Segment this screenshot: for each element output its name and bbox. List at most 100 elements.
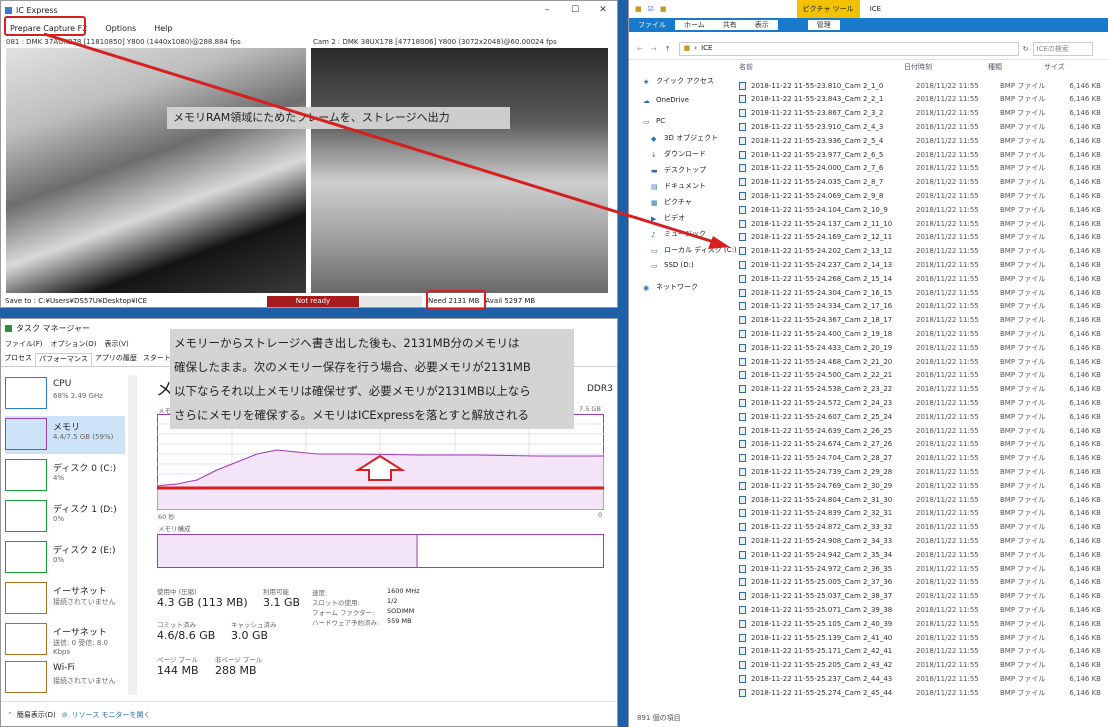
sidebar-item[interactable]: CPU 68% 2.49 GHz — [5, 375, 125, 413]
file-row[interactable]: 2018-11-22 11-55-24.137_Cam 2_11_10 2018/… — [739, 217, 1101, 230]
sidebar-item[interactable]: ディスク 0 (C:) 4% — [5, 457, 125, 495]
nav-item[interactable]: ▭ ローカル ディスク (C:) — [651, 245, 737, 255]
file-row[interactable]: 2018-11-22 11-55-24.237_Cam 2_14_13 2018/… — [739, 258, 1101, 271]
maximize-icon[interactable]: ☐ — [561, 1, 589, 19]
minimize-icon[interactable]: – — [533, 1, 561, 19]
file-row[interactable]: 2018-11-22 11-55-24.704_Cam 2_28_27 2018/… — [739, 452, 1101, 465]
tab-processes[interactable]: プロセス — [1, 353, 35, 366]
check-icon[interactable]: ☑ — [648, 5, 654, 13]
nav-item[interactable]: ☁ OneDrive — [643, 96, 689, 105]
menu-options[interactable]: Options — [96, 24, 145, 33]
nav-item[interactable]: ◆ 3D オブジェクト — [651, 133, 718, 143]
cam2-preview[interactable] — [311, 48, 608, 293]
sidebar-item[interactable]: イーサネット 送信: 0 受信: 8.0 Kbps — [5, 621, 125, 659]
sidebar-scrollbar[interactable] — [128, 375, 137, 695]
file-row[interactable]: 2018-11-22 11-55-23.910_Cam 2_4_3 2018/11… — [739, 120, 1101, 133]
file-row[interactable]: 2018-11-22 11-55-24.769_Cam 2_30_29 2018/… — [739, 479, 1101, 492]
file-row[interactable]: 2018-11-22 11-55-23.977_Cam 2_6_5 2018/11… — [739, 148, 1101, 161]
file-row[interactable]: 2018-11-22 11-55-24.538_Cam 2_23_22 2018/… — [739, 383, 1101, 396]
explorer-titlebar: ■ ☑ ■ ピクチャ ツール ICE — [629, 0, 1108, 18]
file-row[interactable]: 2018-11-22 11-55-24.468_Cam 2_21_20 2018/… — [739, 355, 1101, 368]
file-row[interactable]: 2018-11-22 11-55-23.936_Cam 2_5_4 2018/11… — [739, 134, 1101, 147]
search-input[interactable]: ICEの検索 — [1032, 41, 1093, 56]
nav-item[interactable]: ▦ ピクチャ — [651, 197, 692, 207]
file-row[interactable]: 2018-11-22 11-55-24.872_Cam 2_33_32 2018/… — [739, 521, 1101, 534]
file-row[interactable]: 2018-11-22 11-55-25.274_Cam 2_45_44 2018/… — [739, 686, 1101, 699]
file-row[interactable]: 2018-11-22 11-55-24.739_Cam 2_29_28 2018/… — [739, 465, 1101, 478]
file-row[interactable]: 2018-11-22 11-55-23.810_Cam 2_1_0 2018/11… — [739, 79, 1101, 92]
sidebar-item[interactable]: ディスク 2 (E:) 0% — [5, 539, 125, 577]
tab-app-history[interactable]: アプリの履歴 — [92, 353, 140, 366]
address-bar[interactable]: ■ › ICE — [678, 41, 1019, 56]
file-row[interactable]: 2018-11-22 11-55-24.304_Cam 2_16_15 2018/… — [739, 286, 1101, 299]
file-row[interactable]: 2018-11-22 11-55-24.972_Cam 2_36_35 2018/… — [739, 562, 1101, 575]
menu-view[interactable]: 表示(V) — [100, 339, 132, 349]
file-row[interactable]: 2018-11-22 11-55-24.268_Cam 2_15_14 2018/… — [739, 272, 1101, 285]
nav-item[interactable]: ▭ SSD (D:) — [651, 261, 694, 270]
file-row[interactable]: 2018-11-22 11-55-24.500_Cam 2_22_21 2018/… — [739, 369, 1101, 382]
refresh-icon[interactable]: ↻ — [1023, 45, 1029, 53]
file-row[interactable]: 2018-11-22 11-55-24.334_Cam 2_17_16 2018/… — [739, 300, 1101, 313]
file-row[interactable]: 2018-11-22 11-55-25.071_Cam 2_39_38 2018/… — [739, 603, 1101, 616]
tab-manage[interactable]: 管理 — [807, 20, 840, 30]
nav-item[interactable]: ◉ ネットワーク — [643, 282, 698, 292]
close-icon[interactable]: ✕ — [589, 1, 617, 19]
tab-performance[interactable]: パフォーマンス — [35, 353, 92, 366]
file-row[interactable]: 2018-11-22 11-55-25.139_Cam 2_41_40 2018/… — [739, 631, 1101, 644]
menu-file[interactable]: ファイル(F) — [1, 339, 47, 349]
file-row[interactable]: 2018-11-22 11-55-23.867_Cam 2_3_2 2018/11… — [739, 107, 1101, 120]
sidebar-item[interactable]: Wi-Fi 接続されていません — [5, 659, 125, 697]
file-row[interactable]: 2018-11-22 11-55-24.433_Cam 2_20_19 2018/… — [739, 341, 1101, 354]
nav-item[interactable]: ▬ デスクトップ — [651, 165, 706, 175]
file-row[interactable]: 2018-11-22 11-55-25.037_Cam 2_38_37 2018/… — [739, 590, 1101, 603]
file-row[interactable]: 2018-11-22 11-55-24.202_Cam 2_13_12 2018/… — [739, 245, 1101, 258]
file-row[interactable]: 2018-11-22 11-55-25.005_Cam 2_37_36 2018/… — [739, 576, 1101, 589]
file-row[interactable]: 2018-11-22 11-55-24.804_Cam 2_31_30 2018/… — [739, 493, 1101, 506]
nav-item[interactable]: ▶ ビデオ — [651, 213, 685, 223]
file-row[interactable]: 2018-11-22 11-55-24.942_Cam 2_35_34 2018/… — [739, 548, 1101, 561]
nav-item[interactable]: ♪ ミュージック — [651, 229, 706, 239]
nav-item[interactable]: ★ クイック アクセス — [643, 76, 714, 86]
column-type[interactable]: 種類 — [988, 62, 1044, 76]
column-size[interactable]: サイズ — [1044, 62, 1089, 76]
chevron-up-icon[interactable]: ⌃ — [7, 711, 13, 719]
nav-item[interactable]: ↓ ダウンロード — [651, 149, 706, 159]
file-row[interactable]: 2018-11-22 11-55-25.105_Cam 2_40_39 2018/… — [739, 617, 1101, 630]
resource-monitor-link[interactable]: リソース モニターを開く — [72, 710, 151, 720]
sidebar-item[interactable]: イーサネット 接続されていません — [5, 580, 125, 618]
column-date[interactable]: 日付時刻 — [904, 62, 988, 76]
nav-item[interactable]: ▤ ドキュメント — [651, 181, 706, 191]
file-row[interactable]: 2018-11-22 11-55-25.205_Cam 2_43_42 2018/… — [739, 659, 1101, 672]
back-icon[interactable]: ← — [637, 45, 643, 53]
column-name[interactable]: 名前 — [739, 62, 904, 76]
file-row[interactable]: 2018-11-22 11-55-24.000_Cam 2_7_6 2018/11… — [739, 162, 1101, 175]
tab-home[interactable]: ホーム — [675, 20, 714, 30]
menu-help[interactable]: Help — [145, 24, 181, 33]
file-row[interactable]: 2018-11-22 11-55-24.367_Cam 2_18_17 2018/… — [739, 314, 1101, 327]
file-row[interactable]: 2018-11-22 11-55-24.908_Cam 2_34_33 2018/… — [739, 534, 1101, 547]
file-row[interactable]: 2018-11-22 11-55-23.843_Cam 2_2_1 2018/11… — [739, 93, 1101, 106]
nav-item[interactable]: ▭ PC — [643, 117, 665, 126]
sidebar-item[interactable]: メモリ 4.4/7.5 GB (59%) — [5, 416, 125, 454]
menu-option[interactable]: オプション(O) — [47, 339, 101, 349]
file-row[interactable]: 2018-11-22 11-55-24.639_Cam 2_26_25 2018/… — [739, 424, 1101, 437]
tab-file[interactable]: ファイル — [629, 20, 675, 30]
file-row[interactable]: 2018-11-22 11-55-24.169_Cam 2_12_11 2018/… — [739, 231, 1101, 244]
file-row[interactable]: 2018-11-22 11-55-24.607_Cam 2_25_24 2018/… — [739, 410, 1101, 423]
cam1-preview[interactable] — [6, 48, 306, 293]
fewer-details-link[interactable]: 簡易表示(D) — [17, 710, 56, 720]
file-row[interactable]: 2018-11-22 11-55-25.237_Cam 2_44_43 2018/… — [739, 672, 1101, 685]
file-row[interactable]: 2018-11-22 11-55-24.572_Cam 2_24_23 2018/… — [739, 396, 1101, 409]
file-row[interactable]: 2018-11-22 11-55-24.069_Cam 2_9_8 2018/11… — [739, 189, 1101, 202]
file-row[interactable]: 2018-11-22 11-55-25.171_Cam 2_42_41 2018/… — [739, 645, 1101, 658]
sidebar-item[interactable]: ディスク 1 (D:) 0% — [5, 498, 125, 536]
forward-icon[interactable]: → — [651, 45, 657, 53]
file-row[interactable]: 2018-11-22 11-55-24.400_Cam 2_19_18 2018/… — [739, 327, 1101, 340]
tab-share[interactable]: 共有 — [713, 20, 746, 30]
up-icon[interactable]: ↑ — [665, 45, 671, 53]
file-row[interactable]: 2018-11-22 11-55-24.104_Cam 2_10_9 2018/1… — [739, 203, 1101, 216]
file-row[interactable]: 2018-11-22 11-55-24.674_Cam 2_27_26 2018/… — [739, 438, 1101, 451]
file-row[interactable]: 2018-11-22 11-55-24.839_Cam 2_32_31 2018/… — [739, 507, 1101, 520]
file-row[interactable]: 2018-11-22 11-55-24.035_Cam 2_8_7 2018/11… — [739, 176, 1101, 189]
tab-view[interactable]: 表示 — [745, 20, 778, 30]
